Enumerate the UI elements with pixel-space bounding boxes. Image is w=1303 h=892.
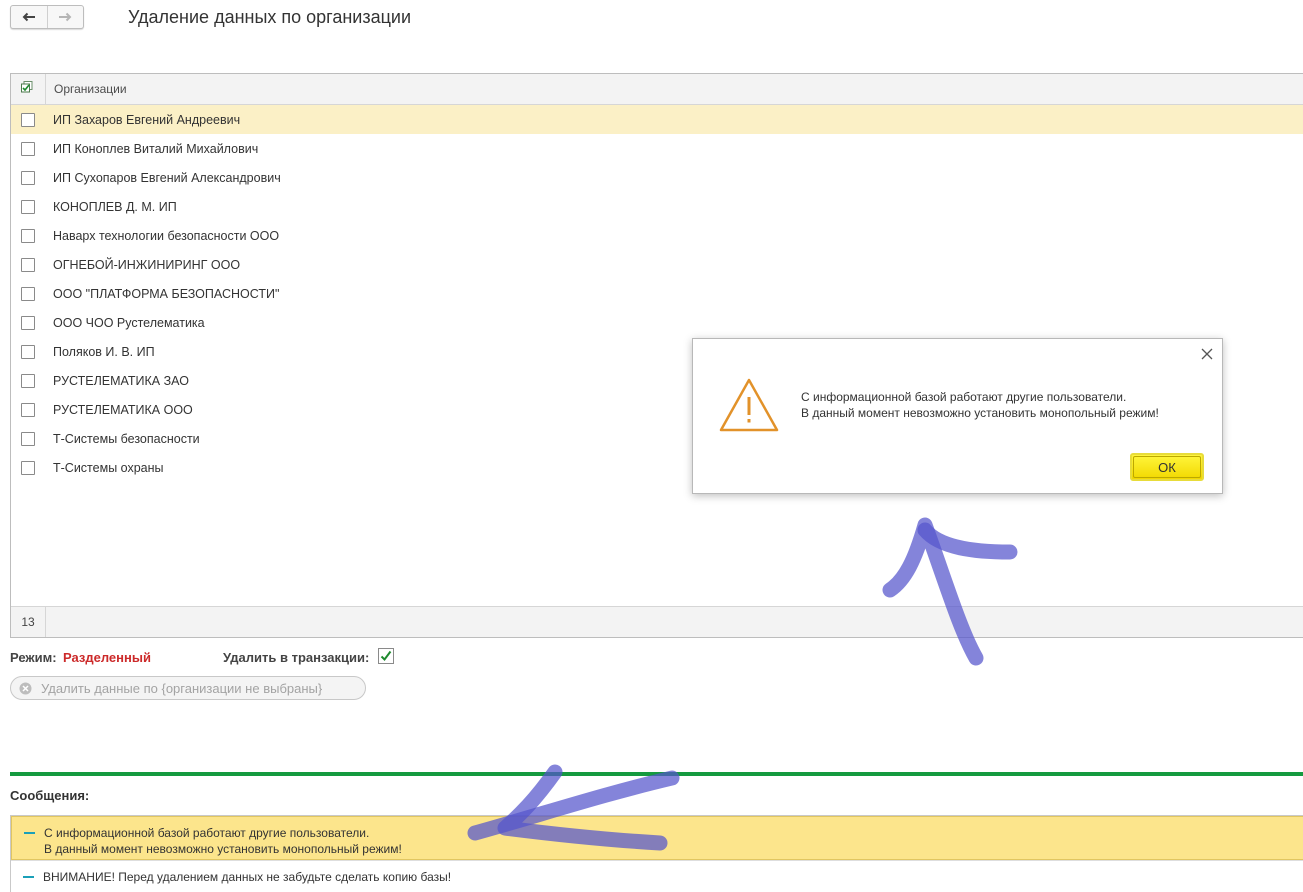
messages-title: Сообщения: xyxy=(10,788,90,803)
row-checkbox[interactable] xyxy=(21,402,35,417)
table-row[interactable]: ИП Сухопаров Евгений Александрович xyxy=(11,163,1303,192)
transaction-checkbox[interactable] xyxy=(378,648,394,664)
delete-data-label: Удалить данные по {организации не выбран… xyxy=(41,680,323,696)
check-all-icon xyxy=(21,81,33,93)
table-row[interactable]: КОНОПЛЕВ Д. М. ИП xyxy=(11,192,1303,221)
transaction-label: Удалить в транзакции: xyxy=(223,650,370,665)
table-row[interactable]: Наварх технологии безопасности ООО xyxy=(11,221,1303,250)
row-checkbox[interactable] xyxy=(21,315,35,330)
dialog-message: С информационной базой работают другие п… xyxy=(801,389,1159,421)
messages-panel: С информационной базой работают другие п… xyxy=(10,815,1303,892)
dialog-message-line: С информационной базой работают другие п… xyxy=(801,390,1127,404)
message-dash-icon xyxy=(24,832,35,834)
arrow-right-icon xyxy=(59,12,72,22)
organization-name: ИП Сухопаров Евгений Александрович xyxy=(53,170,281,185)
organization-name: РУСТЕЛЕМАТИКА ЗАО xyxy=(53,373,189,388)
warning-dialog: С информационной базой работают другие п… xyxy=(692,338,1223,494)
message-text-line: ВНИМАНИЕ! Перед удалением данных не забу… xyxy=(43,870,452,884)
row-checkbox[interactable] xyxy=(21,112,35,127)
column-header-organizations[interactable]: Организации xyxy=(46,74,127,104)
message-dash-icon xyxy=(23,876,34,878)
organization-name: ОГНЕБОЙ-ИНЖИНИРИНГ ООО xyxy=(53,257,241,272)
message-item[interactable]: С информационной базой работают другие п… xyxy=(11,816,1303,860)
organization-name: Т-Системы охраны xyxy=(53,460,164,475)
message-text-line: С информационной базой работают другие п… xyxy=(44,826,370,840)
table-row[interactable]: ООО "ПЛАТФОРМА БЕЗОПАСНОСТИ" xyxy=(11,279,1303,308)
message-text-line: В данный момент невозможно установить мо… xyxy=(44,842,402,856)
cancel-circle-icon xyxy=(19,682,32,694)
forward-button[interactable] xyxy=(48,6,84,28)
message-item[interactable]: ВНИМАНИЕ! Перед удалением данных не забу… xyxy=(11,860,1303,890)
table-row[interactable]: ИП Коноплев Виталий Михайлович xyxy=(11,134,1303,163)
organization-name: ООО "ПЛАТФОРМА БЕЗОПАСНОСТИ" xyxy=(53,286,280,301)
organization-name: Наварх технологии безопасности ООО xyxy=(53,228,280,243)
row-checkbox[interactable] xyxy=(21,199,35,214)
organization-name: ИП Захаров Евгений Андреевич xyxy=(53,112,241,127)
ok-button-label: ОК xyxy=(1133,456,1201,478)
messages-divider xyxy=(10,772,1303,776)
table-row[interactable]: ООО ЧОО Рустелематика xyxy=(11,308,1303,337)
organization-name: Поляков И. В. ИП xyxy=(53,344,155,359)
table-row[interactable]: ИП Захаров Евгений Андреевич xyxy=(11,105,1303,134)
row-checkbox[interactable] xyxy=(21,286,35,301)
row-checkbox[interactable] xyxy=(21,373,35,388)
row-checkbox[interactable] xyxy=(21,431,35,446)
row-checkbox[interactable] xyxy=(21,344,35,359)
checkmark-icon xyxy=(380,650,392,662)
table-footer: 13 xyxy=(11,606,1303,637)
table-row[interactable]: ОГНЕБОЙ-ИНЖИНИРИНГ ООО xyxy=(11,250,1303,279)
row-checkbox[interactable] xyxy=(21,228,35,243)
row-checkbox[interactable] xyxy=(21,460,35,475)
row-checkbox[interactable] xyxy=(21,141,35,156)
table-header: Организации xyxy=(11,74,1303,105)
organization-name: КОНОПЛЕВ Д. М. ИП xyxy=(53,199,177,214)
warning-triangle-icon xyxy=(719,378,779,432)
page-title: Удаление данных по организации xyxy=(128,7,412,27)
close-icon[interactable] xyxy=(1201,348,1213,360)
organization-name: ООО ЧОО Рустелематика xyxy=(53,315,205,330)
row-checkbox[interactable] xyxy=(21,257,35,272)
ok-button[interactable]: ОК xyxy=(1130,453,1204,481)
delete-data-button[interactable]: Удалить данные по {организации не выбран… xyxy=(10,676,366,700)
arrow-left-icon xyxy=(22,12,35,22)
organization-name: ИП Коноплев Виталий Михайлович xyxy=(53,141,259,156)
mode-label: Режим: xyxy=(10,650,57,665)
row-checkbox[interactable] xyxy=(21,170,35,185)
mode-value[interactable]: Разделенный xyxy=(63,650,151,665)
organization-name: Т-Системы безопасности xyxy=(53,431,200,446)
back-button[interactable] xyxy=(11,6,48,28)
row-count: 13 xyxy=(11,607,46,637)
organization-name: РУСТЕЛЕМАТИКА ООО xyxy=(53,402,193,417)
dialog-message-line: В данный момент невозможно установить мо… xyxy=(801,406,1159,420)
nav-buttons xyxy=(10,5,84,29)
check-all-button[interactable] xyxy=(11,74,46,104)
